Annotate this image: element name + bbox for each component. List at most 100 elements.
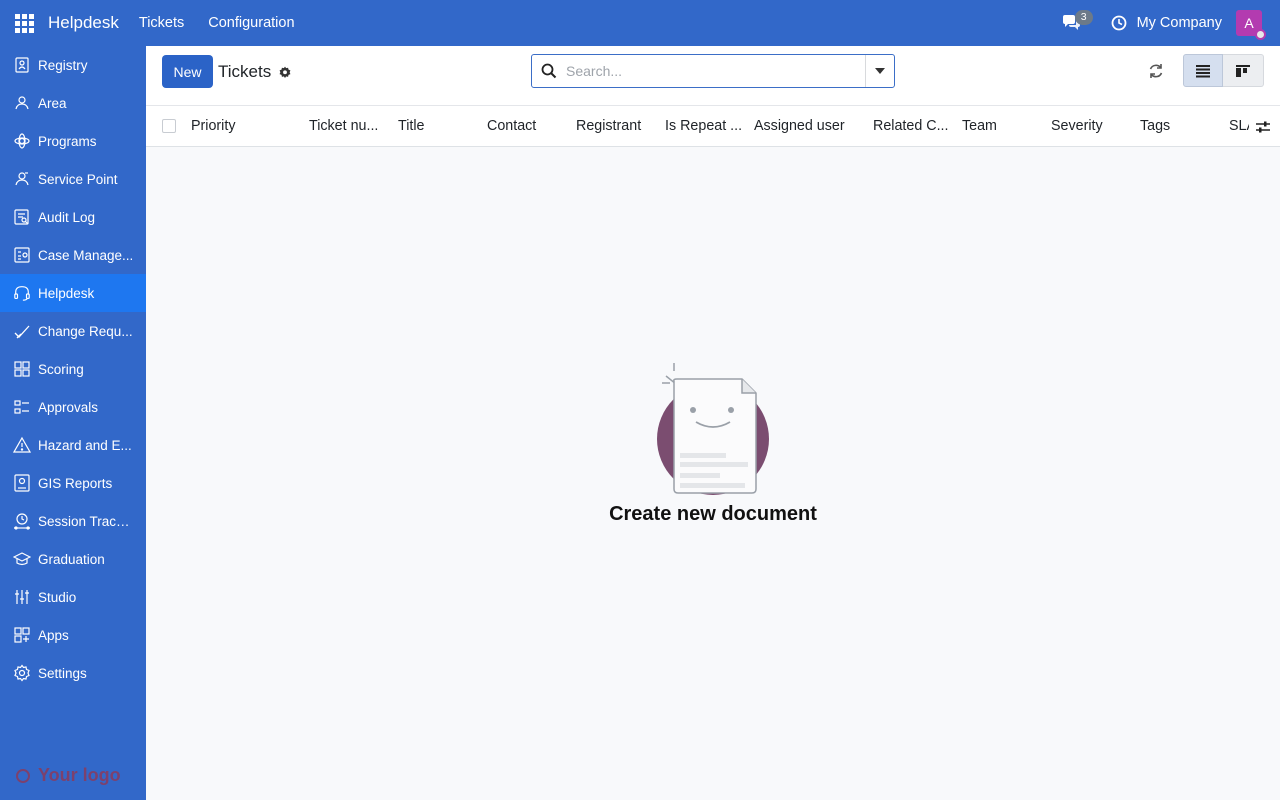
gis-reports-icon: [13, 474, 31, 492]
search-icon: [532, 55, 566, 87]
area-icon: [13, 94, 31, 112]
sidebar-item-settings[interactable]: Settings: [0, 654, 146, 692]
logo-icon: [16, 768, 30, 783]
select-all-checkbox[interactable]: [162, 119, 176, 133]
column-header-sla[interactable]: SLA: [1229, 118, 1249, 134]
column-header-related[interactable]: Related C...: [873, 118, 953, 134]
sidebar-item-studio[interactable]: Studio: [0, 578, 146, 616]
sidebar-item-label: Approvals: [38, 399, 99, 415]
column-header-team[interactable]: Team: [962, 118, 1042, 134]
registry-icon: [13, 56, 31, 74]
sidebar-item-label: Programs: [38, 133, 97, 149]
column-header-title[interactable]: Title: [398, 118, 478, 134]
column-header-assigned-user[interactable]: Assigned user: [754, 118, 866, 134]
sidebar-item-label: Hazard and E...: [38, 437, 132, 453]
avatar-initial: A: [1244, 15, 1254, 31]
sidebar-item-label: Session Tracki...: [38, 513, 136, 529]
sidebar-item-label: Change Requ...: [38, 323, 133, 339]
sidebar-item-label: Apps: [38, 627, 69, 643]
sidebar-item-change-request[interactable]: Change Requ...: [0, 312, 146, 350]
app-menu-button[interactable]: [0, 0, 48, 46]
sidebar-item-case-management[interactable]: Case Manage...: [0, 236, 146, 274]
menu-tickets[interactable]: Tickets: [139, 15, 184, 31]
change-request-icon: [13, 322, 31, 340]
list-icon: [1196, 64, 1210, 77]
empty-document-illustration: [657, 363, 769, 495]
column-header-tags[interactable]: Tags: [1140, 118, 1220, 134]
control-panel: New Tickets: [146, 46, 1280, 106]
company-logo: Your logo: [16, 765, 121, 786]
sidebar-item-programs[interactable]: Programs: [0, 122, 146, 160]
kanban-view-button[interactable]: [1223, 54, 1264, 87]
search-options-toggle[interactable]: [865, 55, 894, 87]
apps-icon: [13, 626, 31, 644]
refresh-icon[interactable]: [1147, 62, 1165, 80]
sidebar-item-hazard[interactable]: Hazard and E...: [0, 426, 146, 464]
apps-grid-icon: [14, 13, 34, 33]
logo-text: Your logo: [38, 765, 121, 785]
studio-icon: [13, 588, 31, 606]
presence-status-icon: [1255, 29, 1266, 40]
scoring-icon: [13, 360, 31, 378]
kanban-icon: [1236, 64, 1250, 77]
case-management-icon: [13, 246, 31, 264]
sidebar-item-scoring[interactable]: Scoring: [0, 350, 146, 388]
gear-icon[interactable]: [278, 65, 292, 79]
new-button[interactable]: New: [162, 55, 213, 88]
search-box[interactable]: [531, 54, 895, 88]
empty-state-title: Create new document: [609, 503, 817, 525]
sidebar-item-service-point[interactable]: Service Point: [0, 160, 146, 198]
sidebar-item-label: Studio: [38, 589, 77, 605]
sidebar-item-graduation[interactable]: Graduation: [0, 540, 146, 578]
column-header-severity[interactable]: Severity: [1051, 118, 1131, 134]
sidebar-item-label: Graduation: [38, 551, 105, 567]
sidebar-item-label: Settings: [38, 665, 87, 681]
column-header-priority[interactable]: Priority: [191, 118, 301, 134]
empty-state: Create new document: [146, 147, 1280, 800]
sidebar-item-area[interactable]: Area: [0, 84, 146, 122]
company-switcher[interactable]: My Company: [1137, 15, 1222, 31]
sidebar-item-label: Case Manage...: [38, 247, 134, 263]
app-brand[interactable]: Helpdesk: [48, 13, 119, 33]
column-header-ticket-number[interactable]: Ticket nu...: [309, 118, 389, 134]
clock-icon: [1111, 15, 1126, 31]
sidebar: Registry Area Programs Service Point Aud…: [0, 46, 146, 800]
caret-down-icon: [875, 68, 885, 74]
list-view-button[interactable]: [1183, 54, 1223, 87]
column-header-contact[interactable]: Contact: [487, 118, 567, 134]
menu-configuration[interactable]: Configuration: [208, 15, 294, 31]
sidebar-item-label: Audit Log: [38, 209, 96, 225]
sidebar-item-label: Helpdesk: [38, 285, 95, 301]
sidebar-item-registry[interactable]: Registry: [0, 46, 146, 84]
sidebar-item-label: Service Point: [38, 171, 118, 187]
sliders-icon: [1256, 121, 1270, 133]
service-point-icon: [13, 170, 31, 188]
sidebar-item-label: Scoring: [38, 361, 84, 377]
messages-button[interactable]: 3: [1051, 0, 1093, 46]
sidebar-item-session-tracking[interactable]: Session Tracki...: [0, 502, 146, 540]
column-header-registrant[interactable]: Registrant: [576, 118, 656, 134]
sidebar-item-label: Registry: [38, 57, 88, 73]
audit-log-icon: [13, 208, 31, 226]
sidebar-item-audit-log[interactable]: Audit Log: [0, 198, 146, 236]
approvals-icon: [13, 398, 31, 416]
activities-button[interactable]: [1105, 0, 1133, 46]
programs-icon: [13, 132, 31, 150]
headset-icon: [13, 284, 31, 302]
sidebar-item-label: Area: [38, 95, 67, 111]
sidebar-item-apps[interactable]: Apps: [0, 616, 146, 654]
top-navbar: Helpdesk Tickets Configuration 3 My Comp…: [0, 0, 1280, 46]
page-title: Tickets: [218, 62, 272, 81]
sidebar-item-approvals[interactable]: Approvals: [0, 388, 146, 426]
user-avatar[interactable]: A: [1236, 10, 1266, 40]
graduation-icon: [13, 550, 31, 568]
sidebar-item-gis-reports[interactable]: GIS Reports: [0, 464, 146, 502]
settings-icon: [13, 664, 31, 682]
column-header-is-repeat[interactable]: Is Repeat ...: [665, 118, 745, 134]
optional-columns-toggle[interactable]: [1254, 118, 1272, 136]
session-tracking-icon: [13, 512, 31, 530]
search-input[interactable]: [566, 63, 865, 79]
message-count-badge: 3: [1074, 10, 1093, 25]
sidebar-item-label: GIS Reports: [38, 475, 113, 491]
sidebar-item-helpdesk[interactable]: Helpdesk: [0, 274, 146, 312]
